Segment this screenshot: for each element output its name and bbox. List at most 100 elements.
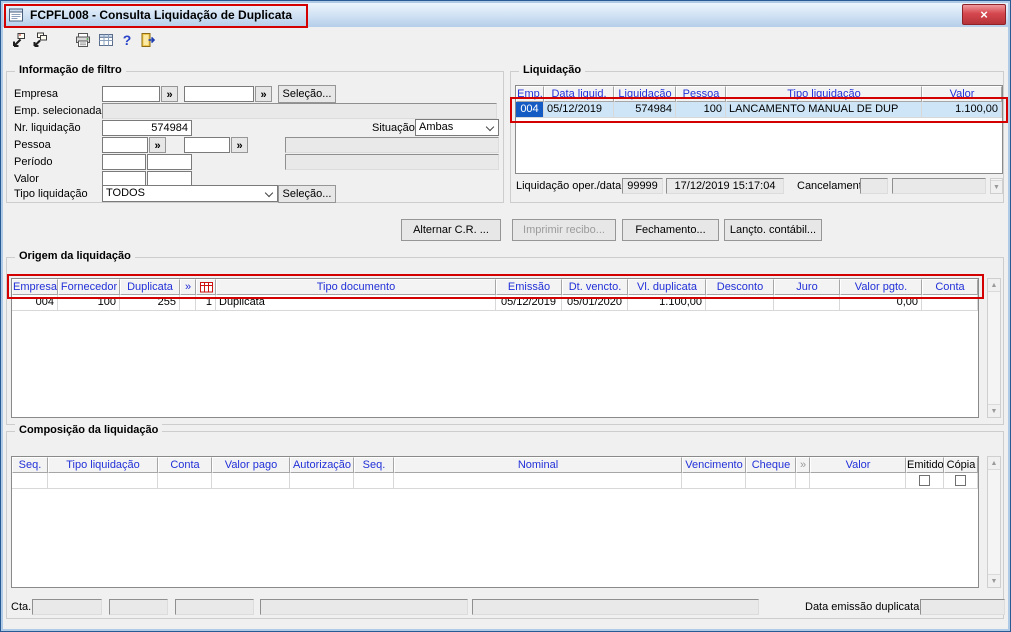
- col-dt-vencto[interactable]: Dt. vencto.: [562, 279, 628, 295]
- periodo-from-input[interactable]: [102, 154, 146, 170]
- cell-valor-pago[interactable]: [212, 473, 290, 489]
- cell-juro[interactable]: [774, 295, 840, 311]
- cell-conta[interactable]: [922, 295, 978, 311]
- cell-data-liquid[interactable]: 05/12/2019: [544, 102, 614, 118]
- cell-vl-duplicata[interactable]: 1.100,00: [628, 295, 706, 311]
- copia-checkbox[interactable]: [955, 475, 966, 486]
- col-seq[interactable]: Seq.: [12, 457, 48, 473]
- pessoa-from-input[interactable]: [102, 137, 148, 153]
- exit-button[interactable]: [138, 30, 158, 50]
- col-grid-icon[interactable]: [196, 279, 216, 295]
- col-lookup[interactable]: »: [796, 457, 810, 473]
- cell-parcela[interactable]: 1: [196, 295, 216, 311]
- empresa-from-input[interactable]: [102, 86, 160, 102]
- col-cheque[interactable]: Cheque: [746, 457, 796, 473]
- col-conta[interactable]: Conta: [922, 279, 978, 295]
- cell-emp[interactable]: 004: [516, 102, 544, 118]
- liquidacao-row[interactable]: 004 05/12/2019 574984 100 LANCAMENTO MAN…: [516, 102, 1002, 118]
- empresa-selecao-button[interactable]: Seleção...: [278, 85, 336, 103]
- col-empresa[interactable]: Empresa: [12, 279, 58, 295]
- grid-button[interactable]: [96, 30, 116, 50]
- col-conta[interactable]: Conta: [158, 457, 212, 473]
- col-valor[interactable]: Valor: [810, 457, 906, 473]
- fechamento-button[interactable]: Fechamento...: [622, 219, 719, 241]
- composicao-scrollbar[interactable]: ▲ ▼: [987, 456, 1001, 588]
- cell-empresa[interactable]: 004: [12, 295, 58, 311]
- window-icon[interactable]: [8, 7, 24, 23]
- col-emp[interactable]: Emp.: [516, 86, 544, 102]
- empresa-to-lookup-button[interactable]: »: [255, 86, 272, 102]
- cell-tipo-documento[interactable]: Duplicata: [216, 295, 496, 311]
- col-juro[interactable]: Juro: [774, 279, 840, 295]
- col-valor[interactable]: Valor: [922, 86, 1002, 102]
- scroll-up-icon[interactable]: ▲: [988, 457, 1000, 470]
- tipo-selecao-button[interactable]: Seleção...: [278, 185, 336, 203]
- cell-seq-2[interactable]: [354, 473, 394, 489]
- cell-lookup[interactable]: [796, 473, 810, 489]
- cell-liquidacao[interactable]: 574984: [614, 102, 676, 118]
- cell-vencimento[interactable]: [682, 473, 746, 489]
- origem-scrollbar[interactable]: ▲ ▼: [987, 278, 1001, 418]
- print-button[interactable]: [73, 30, 93, 50]
- cell-emissao[interactable]: 05/12/2019: [496, 295, 562, 311]
- col-vencimento[interactable]: Vencimento: [682, 457, 746, 473]
- goto-records-button[interactable]: [29, 30, 49, 50]
- composicao-row[interactable]: [12, 473, 978, 489]
- periodo-to-input[interactable]: [147, 154, 192, 170]
- goto-record-button[interactable]: [8, 30, 28, 50]
- tipo-liquidacao-combo[interactable]: TODOS: [102, 185, 278, 202]
- title-bar[interactable]: FCPFL008 - Consulta Liquidação de Duplic…: [3, 3, 1008, 27]
- cell-fornecedor[interactable]: 100: [58, 295, 120, 311]
- cell-copia[interactable]: [944, 473, 978, 489]
- scroll-down-icon[interactable]: ▼: [988, 574, 1000, 587]
- cell-valor[interactable]: 1.100,00: [922, 102, 1002, 118]
- pessoa-to-lookup-button[interactable]: »: [231, 137, 248, 153]
- cell-dt-vencto[interactable]: 05/01/2020: [562, 295, 628, 311]
- cell-tipo-liquidacao[interactable]: [48, 473, 158, 489]
- cell-seq[interactable]: [12, 473, 48, 489]
- cell-cheque[interactable]: [746, 473, 796, 489]
- cell-valor-pgto[interactable]: 0,00: [840, 295, 922, 311]
- col-liquidacao[interactable]: Liquidação: [614, 86, 676, 102]
- col-valor-pgto[interactable]: Valor pgto.: [840, 279, 922, 295]
- empresa-to-input[interactable]: [184, 86, 254, 102]
- col-emitido[interactable]: Emitido: [906, 457, 944, 473]
- cell-autorizacao[interactable]: [290, 473, 354, 489]
- cell-valor[interactable]: [810, 473, 906, 489]
- col-autorizacao[interactable]: Autorização: [290, 457, 354, 473]
- liquidacao-scroll-down[interactable]: ▼: [990, 178, 1003, 194]
- scroll-up-icon[interactable]: ▲: [988, 279, 1000, 292]
- cell-conta[interactable]: [158, 473, 212, 489]
- col-desconto[interactable]: Desconto: [706, 279, 774, 295]
- cell-tipo-liquidacao[interactable]: LANCAMENTO MANUAL DE DUP: [726, 102, 922, 118]
- col-nominal[interactable]: Nominal: [394, 457, 682, 473]
- emitido-checkbox[interactable]: [919, 475, 930, 486]
- cell-emitido[interactable]: [906, 473, 944, 489]
- col-data-liquid[interactable]: Data liquid.: [544, 86, 614, 102]
- lancto-contabil-button[interactable]: Lançto. contábil...: [724, 219, 822, 241]
- col-duplicata[interactable]: Duplicata: [120, 279, 180, 295]
- origem-row[interactable]: 004 100 255 1 Duplicata 05/12/2019 05/01…: [12, 295, 978, 311]
- col-emissao[interactable]: Emissão: [496, 279, 562, 295]
- col-valor-pago[interactable]: Valor pago: [212, 457, 290, 473]
- nr-liquidacao-input[interactable]: 574984: [102, 120, 192, 136]
- cell-lookup[interactable]: [180, 295, 196, 311]
- imprimir-recibo-button[interactable]: Imprimir recibo...: [512, 219, 616, 241]
- col-tipo-liquidacao[interactable]: Tipo liquidação: [726, 86, 922, 102]
- col-copia[interactable]: Cópia: [944, 457, 978, 473]
- col-lookup[interactable]: »: [180, 279, 196, 295]
- cell-desconto[interactable]: [706, 295, 774, 311]
- close-button[interactable]: ×: [962, 4, 1006, 25]
- alternar-cr-button[interactable]: Alternar C.R. ...: [401, 219, 501, 241]
- col-seq-2[interactable]: Seq.: [354, 457, 394, 473]
- scroll-down-icon[interactable]: ▼: [988, 404, 1000, 417]
- col-pessoa[interactable]: Pessoa: [676, 86, 726, 102]
- cell-pessoa[interactable]: 100: [676, 102, 726, 118]
- situacao-combo[interactable]: Ambas: [415, 119, 499, 136]
- scroll-down-icon[interactable]: ▼: [991, 180, 1002, 193]
- cell-nominal[interactable]: [394, 473, 682, 489]
- pessoa-to-input[interactable]: [184, 137, 230, 153]
- cell-duplicata[interactable]: 255: [120, 295, 180, 311]
- col-tipo-documento[interactable]: Tipo documento: [216, 279, 496, 295]
- pessoa-from-lookup-button[interactable]: »: [149, 137, 166, 153]
